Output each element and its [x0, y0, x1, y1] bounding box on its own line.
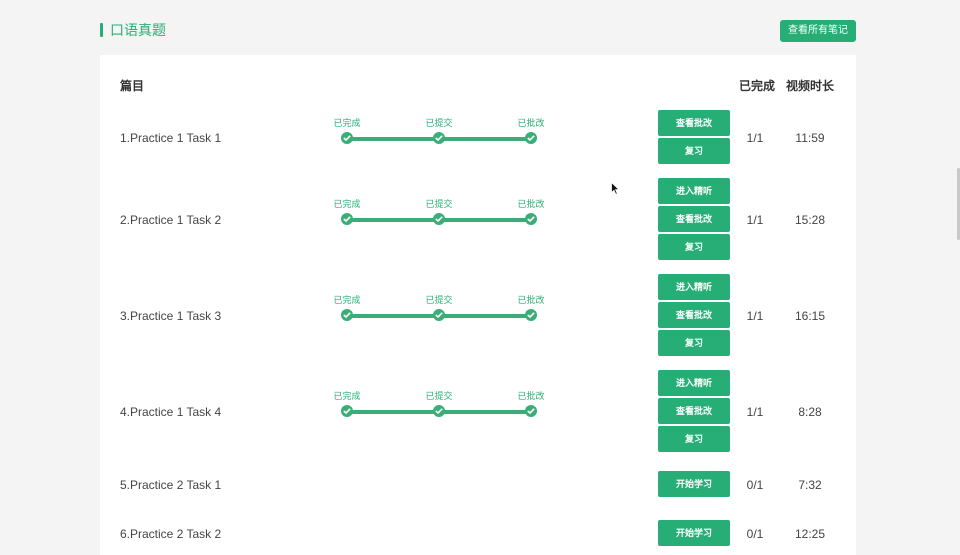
completed-count: 1/1 — [746, 213, 764, 227]
step-label: 已提交 — [425, 118, 453, 128]
intensive-listening-button[interactable]: 进入精听 — [658, 370, 730, 396]
check-icon — [525, 132, 537, 144]
video-duration: 11:59 — [795, 131, 825, 145]
row-title: 3.Practice 1 Task 3 — [120, 309, 222, 323]
column-header-completed: 已完成 — [739, 79, 776, 93]
step-label: 已提交 — [425, 295, 453, 305]
progress-step: 已提交 — [419, 118, 459, 144]
progress-step: 已提交 — [419, 391, 459, 417]
progress-step: 已完成 — [327, 391, 367, 417]
progress-step: 已批改 — [511, 295, 551, 321]
intensive-listening-button[interactable]: 进入精听 — [658, 178, 730, 204]
check-icon — [433, 309, 445, 321]
completed-count: 1/1 — [746, 309, 764, 323]
check-icon — [525, 213, 537, 225]
progress-step: 已批改 — [511, 199, 551, 225]
start-learning-button[interactable]: 开始学习 — [658, 520, 730, 546]
completed-count: 0/1 — [746, 478, 764, 492]
check-icon — [433, 405, 445, 417]
row-title: 2.Practice 1 Task 2 — [120, 213, 222, 227]
task-list-card: 篇目 已完成 视频时长 1.Practice 1 Task 1 已完成 已提交 … — [100, 55, 856, 555]
review-button[interactable]: 复习 — [658, 330, 730, 356]
review-button[interactable]: 复习 — [658, 138, 730, 164]
view-all-notes-button[interactable]: 查看所有笔记 — [780, 20, 856, 42]
row-title: 1.Practice 1 Task 1 — [120, 131, 222, 145]
step-label: 已完成 — [333, 391, 361, 401]
view-review-button[interactable]: 查看批改 — [658, 206, 730, 232]
review-button[interactable]: 复习 — [658, 426, 730, 452]
progress-step: 已完成 — [327, 199, 367, 225]
step-label: 已完成 — [333, 295, 361, 305]
completed-count: 1/1 — [746, 405, 764, 419]
progress-step: 已提交 — [419, 295, 459, 321]
intensive-listening-button[interactable]: 进入精听 — [658, 274, 730, 300]
progress-tracker: 已完成 已提交 已批改 — [333, 295, 545, 325]
video-duration: 12:25 — [794, 527, 826, 541]
table-row: 1.Practice 1 Task 1 已完成 已提交 已批改 查看批改 复习 … — [100, 110, 856, 165]
view-review-button[interactable]: 查看批改 — [658, 110, 730, 136]
page-title: 口语真题 — [110, 22, 166, 38]
step-label: 已批改 — [517, 295, 545, 305]
check-icon — [433, 213, 445, 225]
video-duration: 16:15 — [794, 309, 826, 323]
check-icon — [341, 132, 353, 144]
progress-tracker: 已完成 已提交 已批改 — [333, 118, 545, 148]
progress-step: 已完成 — [327, 118, 367, 144]
step-label: 已批改 — [517, 118, 545, 128]
video-duration: 8:28 — [798, 405, 822, 419]
table-row: 2.Practice 1 Task 2 已完成 已提交 已批改 进入精听 查看批… — [100, 178, 856, 260]
row-title: 4.Practice 1 Task 4 — [120, 405, 222, 419]
progress-step: 已完成 — [327, 295, 367, 321]
review-button[interactable]: 复习 — [658, 234, 730, 260]
progress-step: 已批改 — [511, 391, 551, 417]
check-icon — [525, 405, 537, 417]
header-accent-bar — [100, 23, 103, 37]
check-icon — [341, 405, 353, 417]
table-row: 4.Practice 1 Task 4 已完成 已提交 已批改 进入精听 查看批… — [100, 370, 856, 452]
column-header-topic: 篇目 — [120, 79, 145, 93]
progress-step: 已提交 — [419, 199, 459, 225]
step-label: 已提交 — [425, 199, 453, 209]
view-review-button[interactable]: 查看批改 — [658, 398, 730, 424]
column-header-duration: 视频时长 — [786, 79, 835, 93]
step-label: 已提交 — [425, 391, 453, 401]
progress-tracker: 已完成 已提交 已批改 — [333, 199, 545, 229]
step-label: 已完成 — [333, 118, 361, 128]
video-duration: 15:28 — [794, 213, 826, 227]
table-row: 3.Practice 1 Task 3 已完成 已提交 已批改 进入精听 查看批… — [100, 274, 856, 356]
start-learning-button[interactable]: 开始学习 — [658, 471, 730, 497]
row-title: 5.Practice 2 Task 1 — [120, 478, 222, 492]
step-label: 已批改 — [517, 199, 545, 209]
step-label: 已批改 — [517, 391, 545, 401]
completed-count: 0/1 — [746, 527, 764, 541]
view-review-button[interactable]: 查看批改 — [658, 302, 730, 328]
check-icon — [433, 132, 445, 144]
table-row: 6.Practice 2 Task 2 开始学习 0/1 12:25 — [100, 520, 856, 546]
page-header: 口语真题 查看所有笔记 — [100, 20, 856, 42]
check-icon — [341, 309, 353, 321]
video-duration: 7:32 — [798, 478, 822, 492]
completed-count: 1/1 — [746, 131, 764, 145]
row-title: 6.Practice 2 Task 2 — [120, 527, 222, 541]
check-icon — [525, 309, 537, 321]
step-label: 已完成 — [333, 199, 361, 209]
progress-tracker: 已完成 已提交 已批改 — [333, 391, 545, 421]
table-row: 5.Practice 2 Task 1 开始学习 0/1 7:32 — [100, 471, 856, 497]
mouse-cursor-icon — [611, 181, 620, 200]
check-icon — [341, 213, 353, 225]
progress-step: 已批改 — [511, 118, 551, 144]
